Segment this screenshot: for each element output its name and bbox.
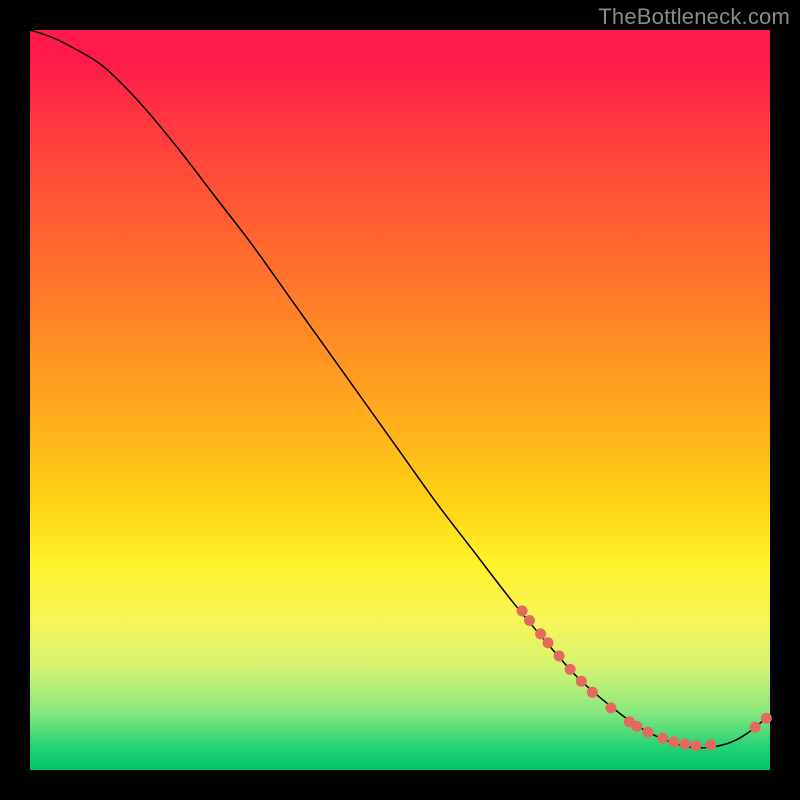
data-point <box>524 615 535 626</box>
data-point <box>642 727 653 738</box>
data-point <box>565 664 576 675</box>
data-point <box>517 605 528 616</box>
data-point <box>657 733 668 744</box>
data-point <box>750 722 761 733</box>
data-point <box>543 637 554 648</box>
data-point <box>668 736 679 747</box>
data-markers <box>517 605 772 751</box>
data-point <box>587 687 598 698</box>
bottleneck-curve <box>30 30 770 748</box>
plot-background <box>30 30 770 770</box>
data-point <box>631 721 642 732</box>
data-point <box>605 702 616 713</box>
data-point <box>691 740 702 751</box>
data-point <box>705 739 716 750</box>
data-point <box>576 676 587 687</box>
chart-frame: TheBottleneck.com <box>0 0 800 800</box>
watermark-text: TheBottleneck.com <box>598 4 790 30</box>
plot-svg <box>30 30 770 770</box>
data-point <box>535 628 546 639</box>
data-point <box>679 739 690 750</box>
data-point <box>761 713 772 724</box>
data-point <box>554 651 565 662</box>
